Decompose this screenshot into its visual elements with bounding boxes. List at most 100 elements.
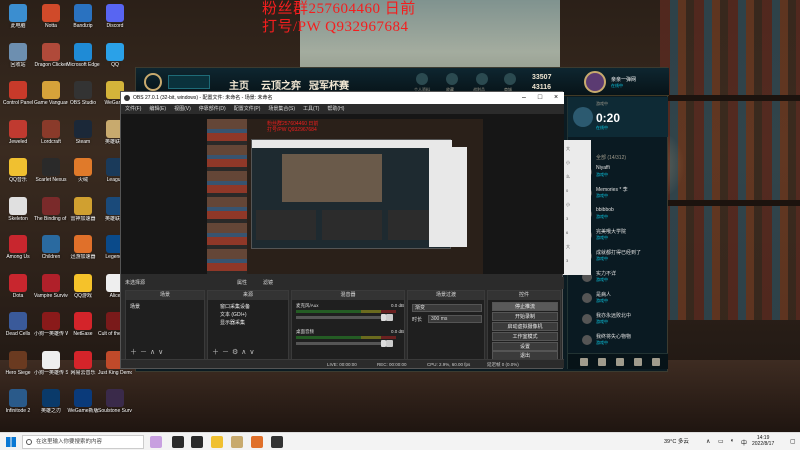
report-icon[interactable] xyxy=(634,358,642,366)
maximize-button[interactable]: □ xyxy=(533,92,547,104)
desktop-icon[interactable]: WeGame新版 xyxy=(66,387,100,427)
add-friend-icon[interactable] xyxy=(598,358,606,366)
desktop-icon[interactable]: Skeleton xyxy=(1,195,35,235)
virtual-camera-button[interactable]: 启动虚拟摄像机 xyxy=(492,322,558,331)
avatar[interactable] xyxy=(584,71,606,93)
friend-avatar[interactable] xyxy=(582,314,592,324)
volume-slider[interactable] xyxy=(296,340,386,347)
nav-tft[interactable]: 云顶之弈 xyxy=(261,77,301,92)
file-explorer-icon[interactable] xyxy=(211,436,223,448)
obs-menu-item[interactable]: 场景集合(S) xyxy=(268,106,295,112)
scene-item[interactable]: 场景 xyxy=(130,303,140,310)
friend-name[interactable]: Memories * 李 xyxy=(596,186,628,193)
desktop-icon[interactable]: 小狗一英雄传 Warm Snow xyxy=(34,310,68,350)
desktop-icon[interactable]: Dragon Clicker xyxy=(34,41,68,81)
desktop-icon[interactable]: Dead Cells xyxy=(1,310,35,350)
friends-group-header[interactable]: 全部 (14/312) xyxy=(596,154,626,161)
studio-mode-button[interactable]: 工作室模式 xyxy=(492,332,558,341)
friend-name[interactable]: 完美哦大学院 xyxy=(596,228,626,235)
friend-name[interactable]: bbibbob xyxy=(596,207,614,213)
windows-start-icon[interactable] xyxy=(6,437,16,447)
notification-icon[interactable]: ▢ xyxy=(790,438,796,445)
volume-slider[interactable] xyxy=(296,314,386,321)
desktop-icon[interactable]: Among Us xyxy=(1,233,35,273)
volume-icon[interactable]: ◖ xyxy=(730,438,734,444)
friend-name[interactable]: 成就都打得已经到了 xyxy=(596,249,641,256)
obs-window[interactable]: OBS 27.0.1 (32-bit, windows) - 配置文件: 未命名… xyxy=(120,91,564,369)
desktop-icon[interactable]: Bandizip xyxy=(66,2,100,42)
desktop-icon[interactable]: Hero Siege xyxy=(1,349,35,389)
desktop-icon[interactable]: Infinitode 2 xyxy=(1,387,35,427)
desktop-icon[interactable]: QQ音乐 xyxy=(1,156,35,196)
obs-menu-item[interactable]: 停靠部件(D) xyxy=(199,106,226,112)
desktop-icon[interactable]: Lordcraft xyxy=(34,118,68,158)
tray-chevron-icon[interactable]: ∧ xyxy=(706,438,710,445)
desktop-icon[interactable]: Control Panel xyxy=(1,79,35,119)
transition-select[interactable]: 渐变 xyxy=(412,304,482,312)
desktop-icon[interactable]: Discord xyxy=(98,2,132,42)
network-icon[interactable]: ▭ xyxy=(718,438,724,445)
list-icon[interactable] xyxy=(616,358,624,366)
task-view-icon[interactable] xyxy=(172,436,184,448)
friend-name[interactable]: 我终将失心物物 xyxy=(596,333,631,340)
obs-menu-item[interactable]: 视图(V) xyxy=(174,106,191,112)
settings-icon[interactable] xyxy=(652,358,660,366)
settings-button[interactable]: 设置 xyxy=(492,342,558,351)
desktop-icon[interactable]: Scarlet Nexus xyxy=(34,156,68,196)
desktop-icon[interactable]: The Binding of Isaac xyxy=(34,195,68,235)
desktop-icon[interactable]: QQ xyxy=(98,41,132,81)
league-logo-icon[interactable] xyxy=(144,73,162,91)
league-taskbar-icon[interactable] xyxy=(231,436,243,448)
desktop-icon[interactable]: Vampire Survivors xyxy=(34,272,68,312)
taskbar-app-icon[interactable] xyxy=(191,436,203,448)
desktop-icon[interactable]: 火绒 xyxy=(66,156,100,196)
source-item[interactable]: 窗口采集设备 xyxy=(220,303,250,310)
friend-name[interactable]: 实力不详 xyxy=(596,270,616,277)
desktop-icon[interactable]: Dota xyxy=(1,272,35,312)
desktop-icon[interactable]: Notta xyxy=(34,2,68,42)
duration-input[interactable]: 300 ms xyxy=(428,315,482,323)
loot-icon[interactable] xyxy=(476,73,488,85)
close-button[interactable]: × xyxy=(549,92,563,104)
filters-button[interactable]: 滤镜 xyxy=(263,277,273,289)
friend-avatar[interactable] xyxy=(582,293,592,303)
source-item[interactable]: 显示器采集 xyxy=(220,319,245,326)
desktop-icon[interactable]: 回收站 xyxy=(1,41,35,81)
obs-menu-item[interactable]: 文件(F) xyxy=(125,106,141,112)
minimize-button[interactable]: – xyxy=(517,92,531,104)
nav-home[interactable]: 主页 xyxy=(229,77,249,92)
source-item[interactable]: 文本 (GDI+) xyxy=(220,311,247,318)
desktop-icon[interactable]: NetEase xyxy=(66,310,100,350)
desktop-icon[interactable]: 此电脑 xyxy=(1,2,35,42)
taskbar-app-icon[interactable] xyxy=(150,436,162,448)
desktop-icon[interactable]: Children xyxy=(34,233,68,273)
obs-menu-item[interactable]: 工具(T) xyxy=(303,106,319,112)
obs-taskbar-icon[interactable] xyxy=(271,436,283,448)
mute-icon[interactable] xyxy=(386,314,393,321)
nav-clash[interactable]: 冠军杯赛 xyxy=(309,77,349,92)
desktop-icon[interactable]: 小狗一英雄传 Slay Jake xyxy=(34,349,68,389)
store-icon[interactable] xyxy=(504,73,516,85)
desktop-icon[interactable]: 雷神加速器 xyxy=(66,195,100,235)
taskbar-app-icon[interactable] xyxy=(251,436,263,448)
desktop-icon[interactable]: Jeweled xyxy=(1,118,35,158)
ime-indicator[interactable]: 中 xyxy=(741,438,747,447)
desktop-icon[interactable]: QQ游戏 xyxy=(66,272,100,312)
obs-preview[interactable]: 粉丝群257604460 日前 打号/PW Q932967684 xyxy=(121,114,564,274)
desktop-icon[interactable]: Game Vanguard xyxy=(34,79,68,119)
collection-icon[interactable] xyxy=(446,73,458,85)
obs-menu-item[interactable]: 编辑(E) xyxy=(149,106,166,112)
start-recording-button[interactable]: 开始录制 xyxy=(492,312,558,321)
profile-icon[interactable] xyxy=(416,73,428,85)
play-button[interactable] xyxy=(168,75,210,89)
desktop-icon[interactable]: OBS Studio xyxy=(66,79,100,119)
friend-name[interactable]: Niyaffi xyxy=(596,165,610,171)
taskbar-search-input[interactable]: 在这里输入你要搜索的内容 xyxy=(22,435,144,449)
obs-titlebar[interactable]: OBS 27.0.1 (32-bit, windows) - 配置文件: 未命名… xyxy=(121,92,564,104)
obs-menu-item[interactable]: 帮助(H) xyxy=(327,106,344,112)
weather-widget[interactable]: 39°C 多云 xyxy=(664,436,689,448)
mute-icon[interactable] xyxy=(386,340,393,347)
friend-name[interactable]: 我亦永远败北中 xyxy=(596,312,631,319)
properties-button[interactable]: 属性 xyxy=(237,277,247,289)
scenes-dock-controls[interactable]: ＋－∧∨ xyxy=(130,347,166,357)
